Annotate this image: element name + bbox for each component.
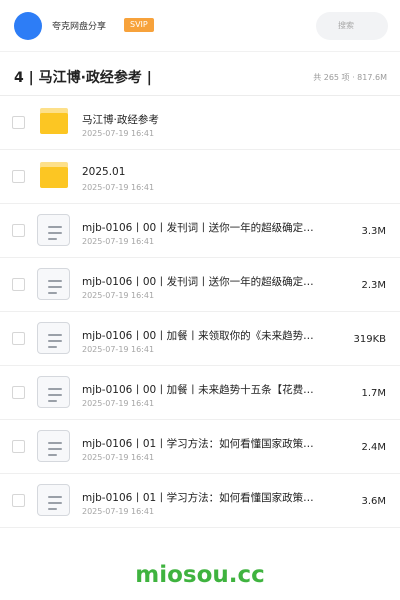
avatar[interactable] [14,12,42,40]
document-icon [37,214,70,246]
file-size: 3.3M [361,226,386,237]
file-size: 1.7M [361,388,386,399]
file-size: 2.4M [361,442,386,453]
file-name: 2025.01 [82,166,126,178]
folder-icon [40,108,68,134]
file-date: 2025-07-19 16:41 [82,399,155,408]
file-name: mjb-0106丨00丨发刊词丨送你一年的超级确定… [82,222,314,234]
select-checkbox[interactable] [12,386,25,399]
file-name: 马江博·政经参考 [82,114,159,126]
folder-stats: 共 265 项 · 817.6M [313,73,387,82]
file-date: 2025-07-19 16:41 [82,183,155,192]
folder-title: 4 | 马江博·政经参考 | [14,70,152,86]
select-checkbox[interactable] [12,440,25,453]
document-icon [37,268,70,300]
file-size: 2.3M [361,280,386,291]
select-checkbox[interactable] [12,170,25,183]
file-name: mjb-0106丨01丨学习方法：如何看懂国家政策… [82,438,314,450]
folder-bar: 4 | 马江博·政经参考 | 共 265 项 · 817.6M [0,52,400,96]
file-list: 马江博·政经参考 2025-07-19 16:41 2025.01 2025-0… [0,96,400,528]
file-name: mjb-0106丨00丨加餐丨来领取你的《未来趋势… [82,330,314,342]
file-size: 3.6M [361,496,386,507]
app-title: 夸克网盘分享 [52,22,107,32]
file-date: 2025-07-19 16:41 [82,129,155,138]
watermark: miosou.cc [135,562,265,588]
select-checkbox[interactable] [12,494,25,507]
folder-icon [40,162,68,188]
select-checkbox[interactable] [12,332,25,345]
file-date: 2025-07-19 16:41 [82,453,155,462]
select-checkbox[interactable] [12,116,25,129]
file-name: mjb-0106丨00丨加餐丨未来趋势十五条【花费… [82,384,314,396]
document-icon [37,376,70,408]
list-item[interactable]: 马江博·政经参考 2025-07-19 16:41 [0,96,400,150]
file-date: 2025-07-19 16:41 [82,237,155,246]
file-size: 319KB [353,334,386,345]
list-item[interactable]: mjb-0106丨00丨加餐丨未来趋势十五条【花费… 2025-07-19 16… [0,366,400,420]
document-icon [37,484,70,516]
top-header: 夸克网盘分享 SVIP 搜索 [0,0,400,52]
list-item[interactable]: 2025.01 2025-07-19 16:41 [0,150,400,204]
select-checkbox[interactable] [12,278,25,291]
list-item[interactable]: mjb-0106丨00丨发刊词丨送你一年的超级确定… 2025-07-19 16… [0,204,400,258]
list-item[interactable]: mjb-0106丨01丨学习方法：如何看懂国家政策… 2025-07-19 16… [0,420,400,474]
list-item[interactable]: mjb-0106丨01丨学习方法：如何看懂国家政策… 2025-07-19 16… [0,474,400,528]
file-date: 2025-07-19 16:41 [82,507,155,516]
search-input[interactable]: 搜索 [316,12,388,40]
svip-badge: SVIP [124,18,154,32]
file-name: mjb-0106丨00丨发刊词丨送你一年的超级确定… [82,276,314,288]
document-icon [37,322,70,354]
file-name: mjb-0106丨01丨学习方法：如何看懂国家政策… [82,492,314,504]
file-date: 2025-07-19 16:41 [82,345,155,354]
document-icon [37,430,70,462]
file-date: 2025-07-19 16:41 [82,291,155,300]
list-item[interactable]: mjb-0106丨00丨发刊词丨送你一年的超级确定… 2025-07-19 16… [0,258,400,312]
select-checkbox[interactable] [12,224,25,237]
list-item[interactable]: mjb-0106丨00丨加餐丨来领取你的《未来趋势… 2025-07-19 16… [0,312,400,366]
